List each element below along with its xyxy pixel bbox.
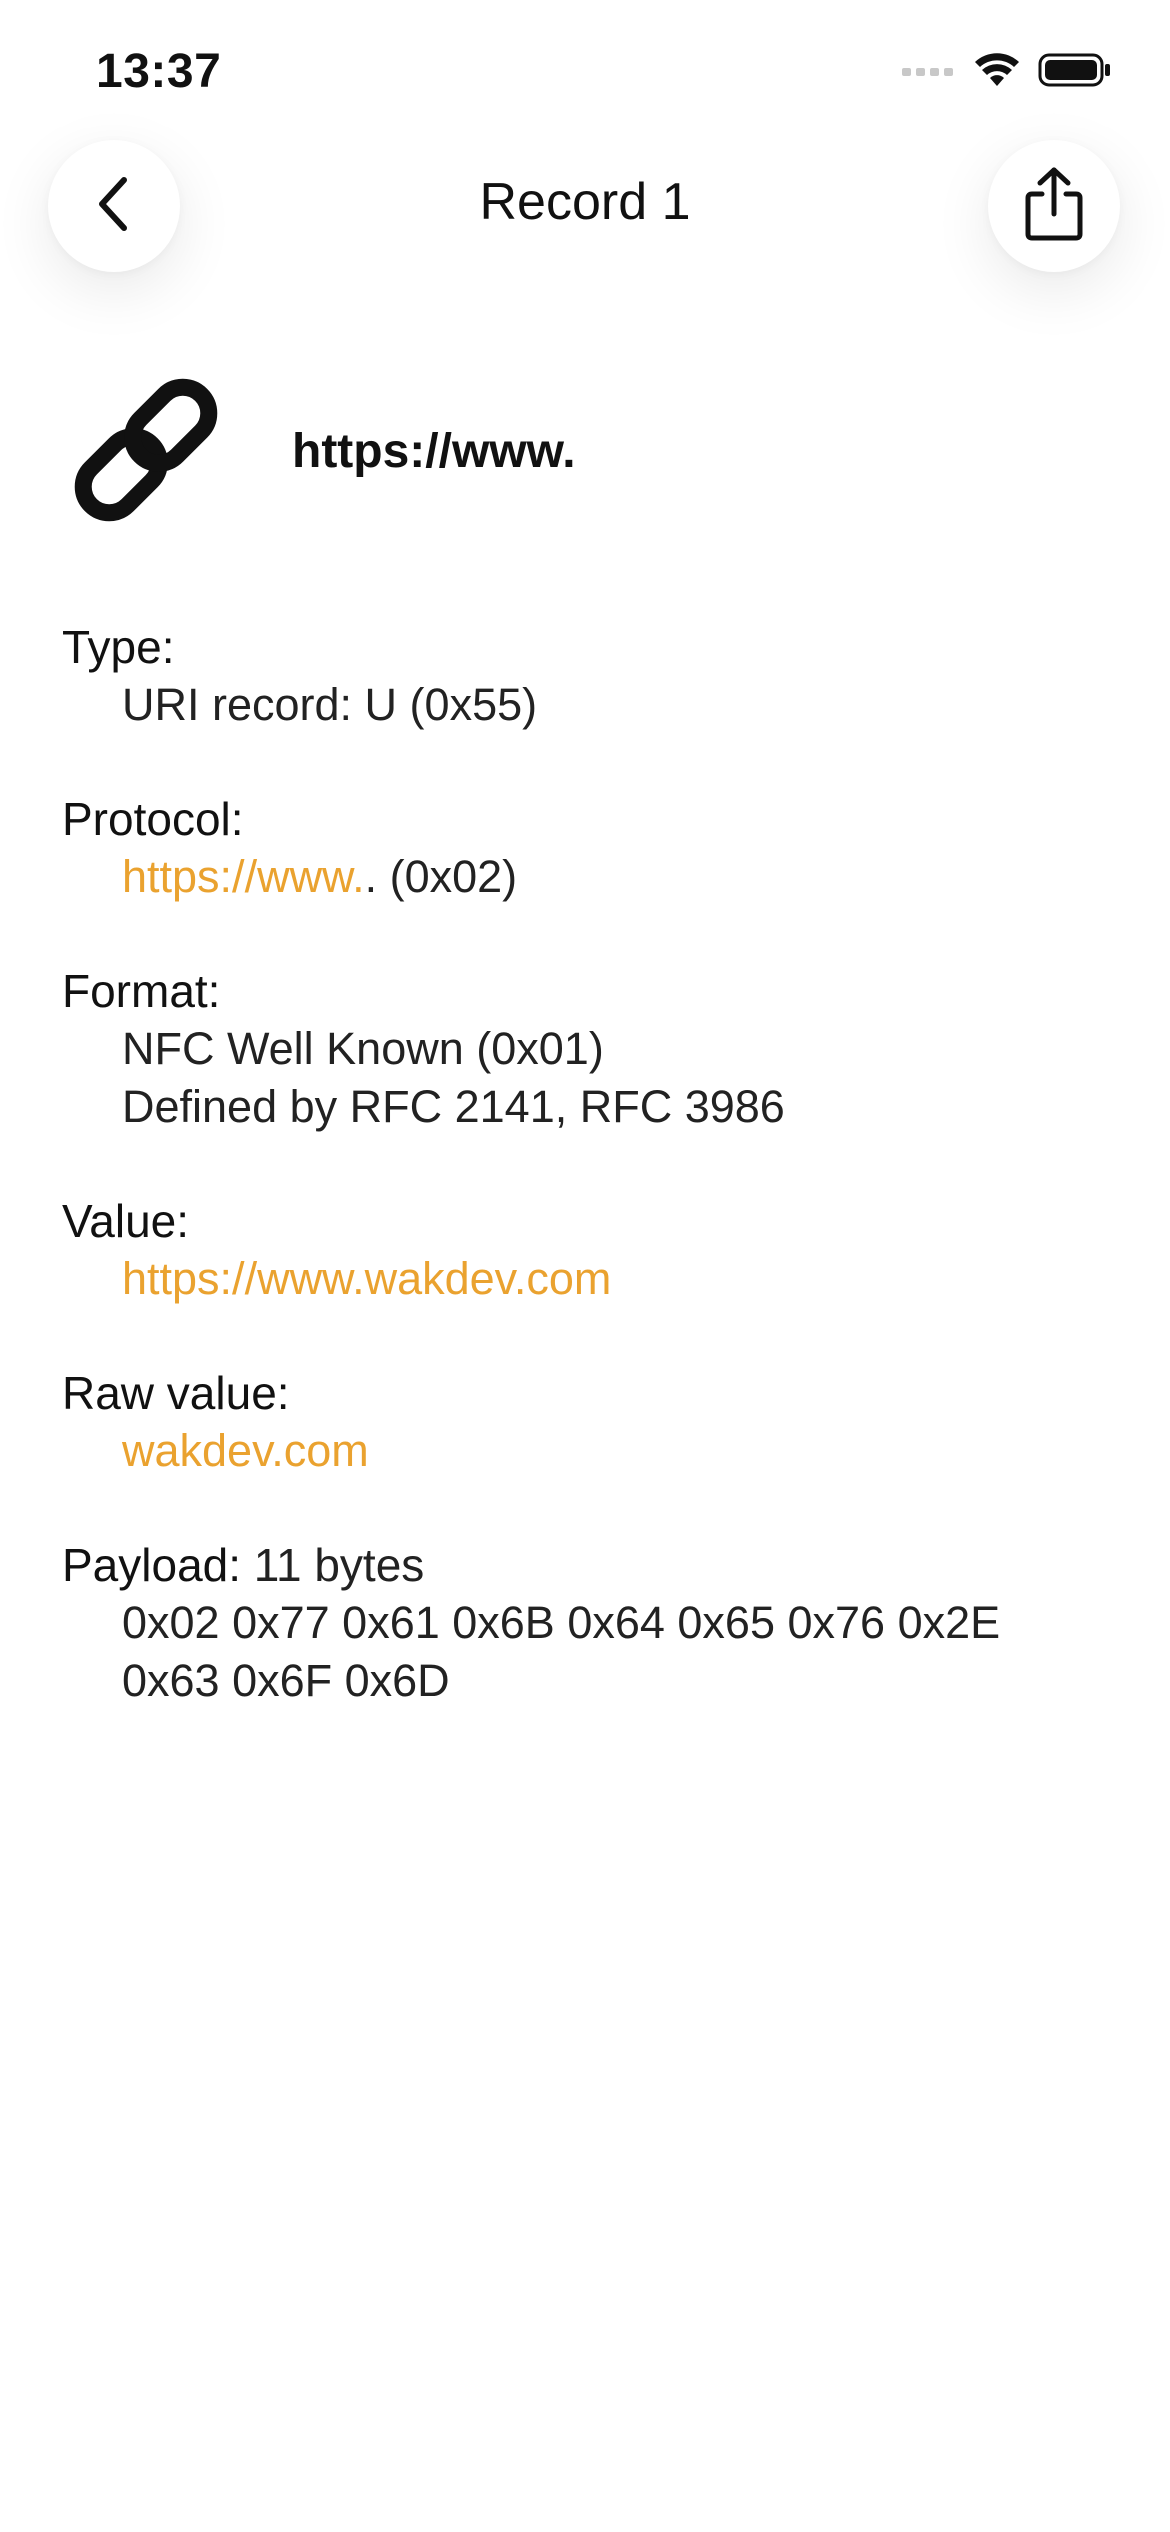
payload-bytes-line-2: 0x63 0x6F 0x6D <box>122 1655 450 1706</box>
payload-label: Payload: <box>62 1539 242 1591</box>
value-section: Value: https://www.wakdev.com <box>62 1192 1122 1308</box>
status-bar: 13:37 <box>0 0 1170 140</box>
type-value: URI record: U (0x55) <box>122 679 538 730</box>
format-label: Format: <box>62 965 221 1017</box>
value-link[interactable]: https://www.wakdev.com <box>122 1253 611 1304</box>
link-icon <box>62 366 230 534</box>
share-button[interactable] <box>988 140 1120 272</box>
protocol-link[interactable]: https://www. <box>122 851 365 902</box>
format-value: NFC Well Known (0x01) <box>122 1023 604 1074</box>
protocol-section: Protocol: https://www.. (0x02) <box>62 790 1122 906</box>
share-icon <box>1022 166 1086 247</box>
battery-icon <box>1038 52 1112 93</box>
type-label: Type: <box>62 621 175 673</box>
format-section: Format: NFC Well Known (0x01) Defined by… <box>62 962 1122 1136</box>
protocol-value: https://www.. (0x02) <box>62 848 1122 906</box>
record-heading: https://www. <box>292 425 576 478</box>
value-row: https://www.wakdev.com <box>62 1250 1122 1308</box>
format-spec: Defined by RFC 2141, RFC 3986 <box>122 1081 785 1132</box>
value-label: Value: <box>62 1195 190 1247</box>
payload-header: Payload: 11 bytes <box>62 1536 1122 1594</box>
status-time: 13:37 <box>96 45 222 98</box>
protocol-code: . (0x02) <box>364 851 518 902</box>
status-icons <box>902 52 1112 93</box>
payload-section: Payload: 11 bytes 0x02 0x77 0x61 0x6B 0x… <box>62 1536 1122 1710</box>
raw-value-label: Raw value: <box>62 1367 290 1419</box>
type-section: Type: URI record: U (0x55) <box>62 618 1122 734</box>
payload-bytes-line-1: 0x02 0x77 0x61 0x6B 0x64 0x65 0x76 0x2E <box>122 1597 1001 1648</box>
record-details: Type: URI record: U (0x55) Protocol: htt… <box>62 618 1122 1766</box>
wifi-icon <box>974 52 1020 93</box>
protocol-label: Protocol: <box>62 793 244 845</box>
signal-icon <box>902 60 956 85</box>
raw-value-row: wakdev.com <box>62 1422 1122 1480</box>
raw-value-section: Raw value: wakdev.com <box>62 1364 1122 1480</box>
raw-value-link[interactable]: wakdev.com <box>122 1425 369 1476</box>
payload-size: 11 bytes <box>253 1539 425 1591</box>
